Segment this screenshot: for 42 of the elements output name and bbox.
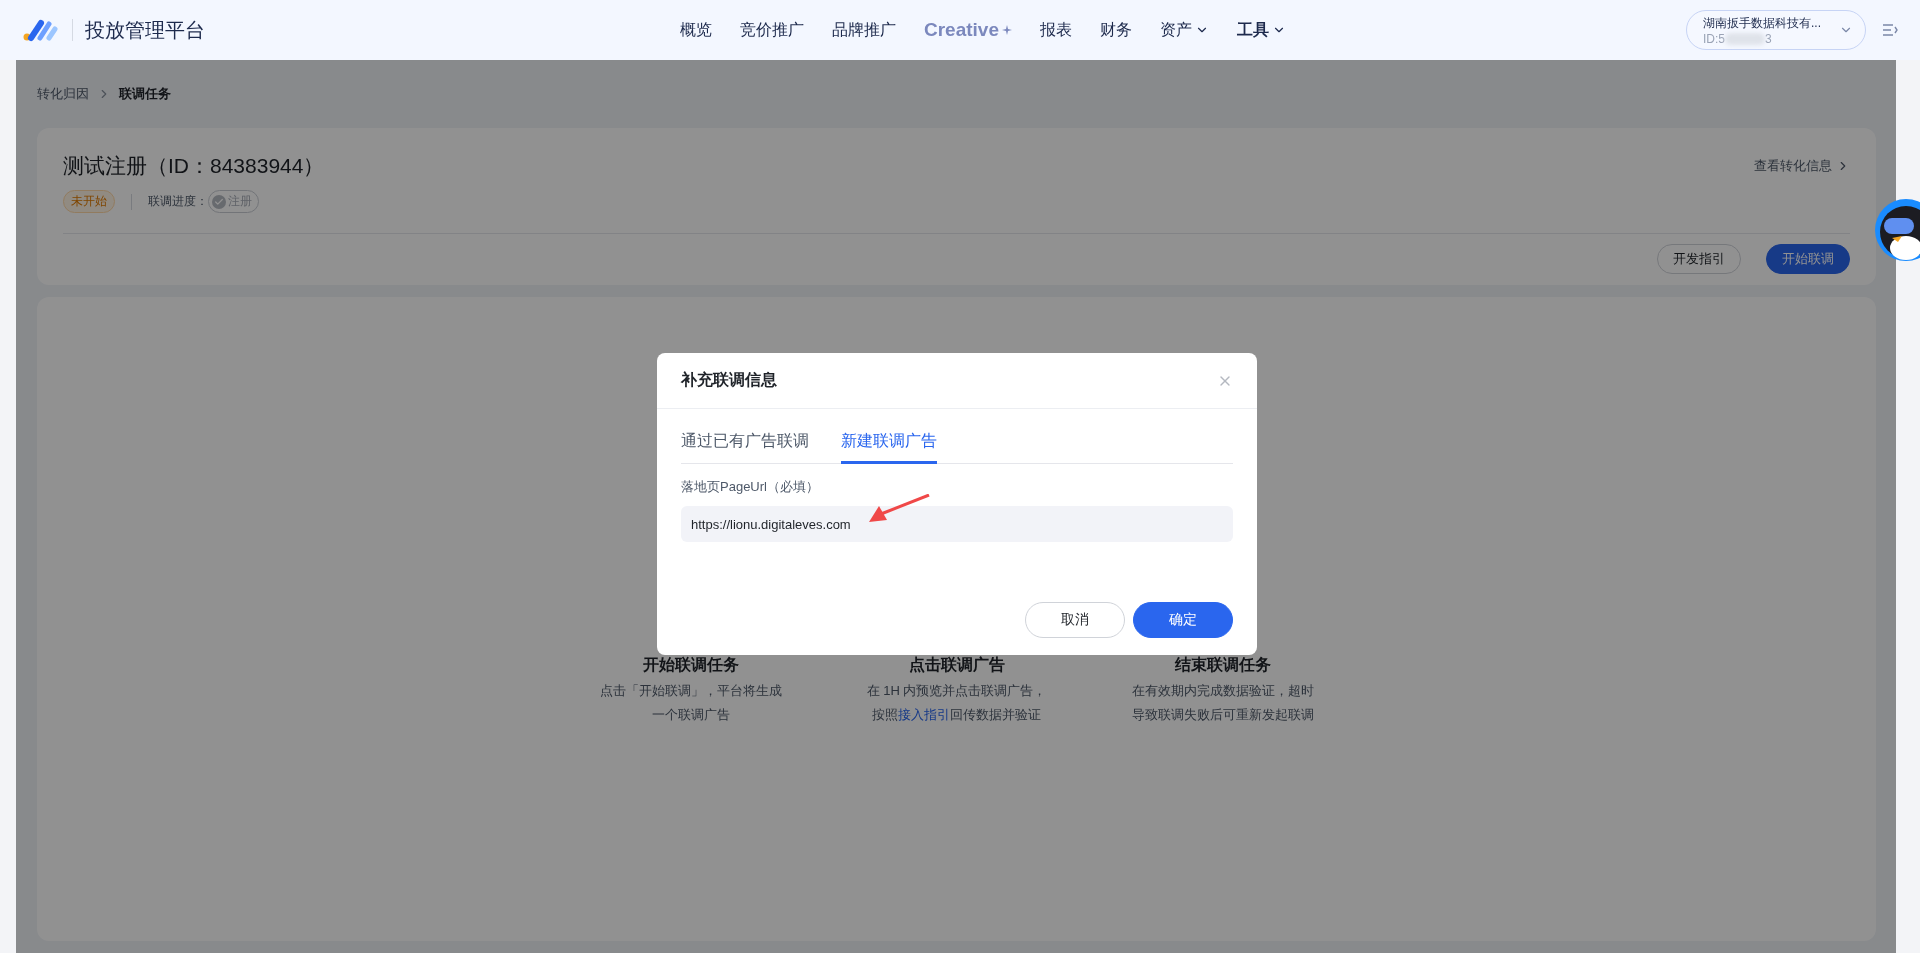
tab[interactable]: 通过已有广告联调 <box>681 427 809 464</box>
breadcrumb-item[interactable]: 联调任务 <box>119 85 171 103</box>
cancel-button[interactable]: 取消 <box>1025 602 1125 638</box>
confirm-button[interactable]: 确定 <box>1133 602 1233 638</box>
field-label: 落地页PageUrl（必填） <box>681 478 820 496</box>
step-title: 结束联调任务 <box>1174 655 1271 675</box>
progress-label: 联调进度： <box>148 193 208 210</box>
step-description: 在 1H 内预览并点击联调广告， <box>866 682 1047 700</box>
step-title: 点击联调广告 <box>908 655 1005 675</box>
start-debug-button[interactable]: 开始联调 <box>1766 244 1850 274</box>
status-tag: 未开始 <box>63 190 115 213</box>
nav-item[interactable]: 资产 <box>1146 19 1223 41</box>
step-description: 按照接入指引 回传数据并验证 <box>872 706 1041 724</box>
step-description: 在有效期内完成数据验证，超时 <box>1131 682 1314 700</box>
breadcrumb-item[interactable]: 转化归因 <box>37 85 89 103</box>
nav-item[interactable]: 品牌推广 <box>818 19 910 41</box>
nav-item[interactable]: 竞价推广 <box>726 19 818 41</box>
step-title: 开始联调任务 <box>642 655 739 675</box>
nav-item[interactable]: 概览 <box>666 19 726 41</box>
view-conversion-link[interactable]: 查看转化信息 <box>1754 157 1850 175</box>
step-description: 点击「开始联调」，平台将生成 <box>599 682 782 700</box>
account-name: 湖南扳手数据科技有... <box>1703 14 1822 32</box>
task-title: 测试注册（ID：84383944） <box>63 153 325 179</box>
url-input[interactable]: https://lionu.digitaleves.com <box>681 506 1233 542</box>
logo-icon <box>22 18 60 42</box>
account-id: 3 <box>1765 31 1772 46</box>
dialog-title: 补充联调信息 <box>681 370 777 390</box>
nav-item[interactable]: 报表 <box>1026 19 1086 41</box>
menu-collapse-icon[interactable] <box>1882 23 1898 37</box>
check-icon <box>214 196 224 207</box>
nav-item[interactable]: 财务 <box>1086 19 1146 41</box>
sparkle-icon <box>1002 25 1012 35</box>
platform-title: 投放管理平台 <box>72 19 205 41</box>
arrow-drawing <box>867 494 931 524</box>
guide-link[interactable]: 接入指引 <box>898 707 950 722</box>
tab[interactable]: 新建联调广告 <box>841 427 937 464</box>
account-switcher[interactable]: 湖南扳手数据科技有... ID:5 3 <box>1686 10 1866 50</box>
step-description: 导致联调失败后可重新发起联调 <box>1131 706 1314 724</box>
account-id: ID:5 <box>1703 31 1725 46</box>
dev-guide-button[interactable]: 开发指引 <box>1657 244 1741 274</box>
assistant-avatar-icon[interactable] <box>1874 198 1920 262</box>
nav-item[interactable]: 工具 <box>1223 19 1300 41</box>
